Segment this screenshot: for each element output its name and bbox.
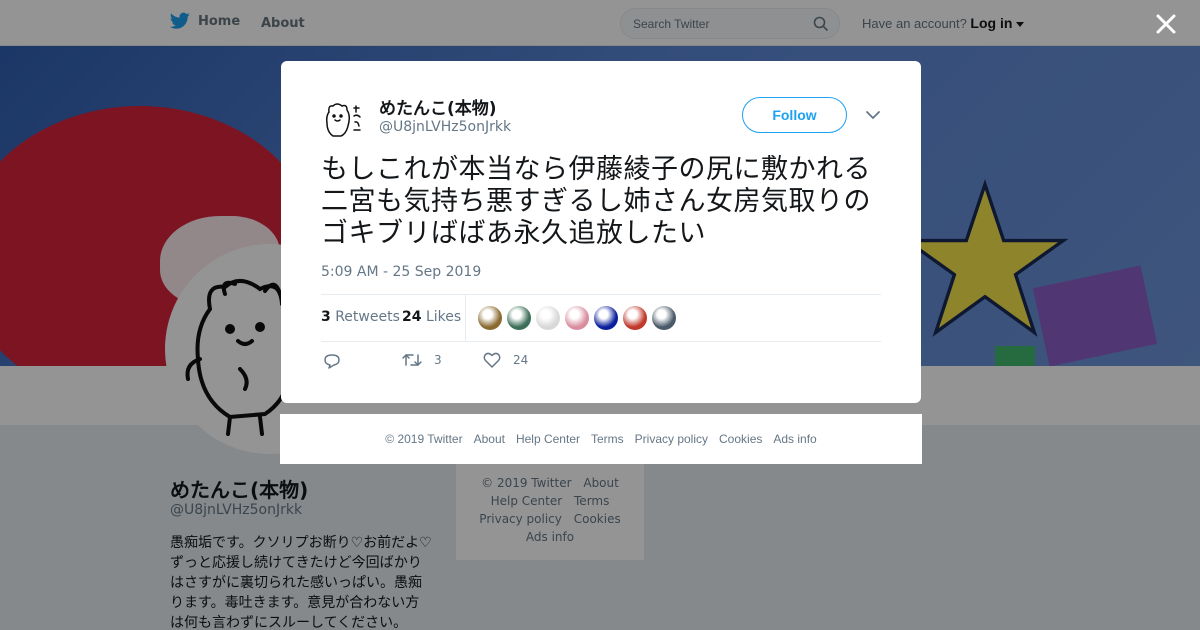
tweet-text: もしこれが本当なら伊藤綾子の尻に敷かれる二宮も気持ち悪すぎるし姉さん女房気取りの… <box>321 154 871 249</box>
liker-avatar[interactable] <box>478 306 502 330</box>
likes-stat[interactable]: 24 Likes <box>402 309 461 325</box>
tweet-author-handle[interactable]: @U8jnLVHz5onJrkk <box>379 119 511 135</box>
tweet-timestamp[interactable]: 5:09 AM - 25 Sep 2019 <box>321 264 481 280</box>
liker-avatar[interactable] <box>565 306 589 330</box>
footer-link[interactable]: Privacy policy <box>635 432 708 446</box>
retweet-count: 3 <box>434 353 442 367</box>
footer-link[interactable]: © 2019 Twitter <box>385 432 462 446</box>
footer-link[interactable]: Terms <box>591 432 624 446</box>
likes-count: 24 <box>402 309 422 325</box>
tweet-modal: めたんこ(本物) @U8jnLVHz5onJrkk Follow もしこれが本当… <box>281 61 921 403</box>
tweet-author-name[interactable]: めたんこ(本物) <box>379 94 497 119</box>
retweets-stat[interactable]: 3 Retweets <box>321 309 400 325</box>
liker-avatars <box>478 306 676 330</box>
footer-link[interactable]: About <box>474 432 505 446</box>
liker-avatar[interactable] <box>507 306 531 330</box>
footer-link[interactable]: Help Center <box>516 432 580 446</box>
likes-label: Likes <box>425 309 462 325</box>
retweets-count: 3 <box>321 309 331 325</box>
like-count: 24 <box>513 353 529 367</box>
retweets-label: Retweets <box>335 309 400 325</box>
liker-avatar[interactable] <box>594 306 618 330</box>
retweet-icon <box>402 354 422 366</box>
chevron-down-icon[interactable] <box>863 107 883 123</box>
tweet-author-avatar[interactable] <box>321 96 369 144</box>
tweet-stats: 3 Retweets 24 Likes <box>321 294 881 342</box>
footer-link[interactable]: Cookies <box>719 432 762 446</box>
retweet-button[interactable]: 3 <box>402 352 442 368</box>
reply-icon <box>324 354 340 369</box>
liker-avatar[interactable] <box>536 306 560 330</box>
follow-button[interactable]: Follow <box>742 97 847 133</box>
bear-drawing-icon <box>326 103 361 137</box>
tweet-actions: 3 24 <box>321 352 621 376</box>
modal-footer: © 2019 Twitter About Help Center Terms P… <box>280 414 922 464</box>
stats-divider <box>465 295 466 341</box>
heart-icon <box>483 352 501 368</box>
liker-avatar[interactable] <box>623 306 647 330</box>
liker-avatar[interactable] <box>652 306 676 330</box>
close-icon[interactable] <box>1152 10 1180 38</box>
footer-link[interactable]: Ads info <box>773 432 816 446</box>
like-button[interactable]: 24 <box>483 352 528 368</box>
reply-button[interactable] <box>323 352 341 370</box>
